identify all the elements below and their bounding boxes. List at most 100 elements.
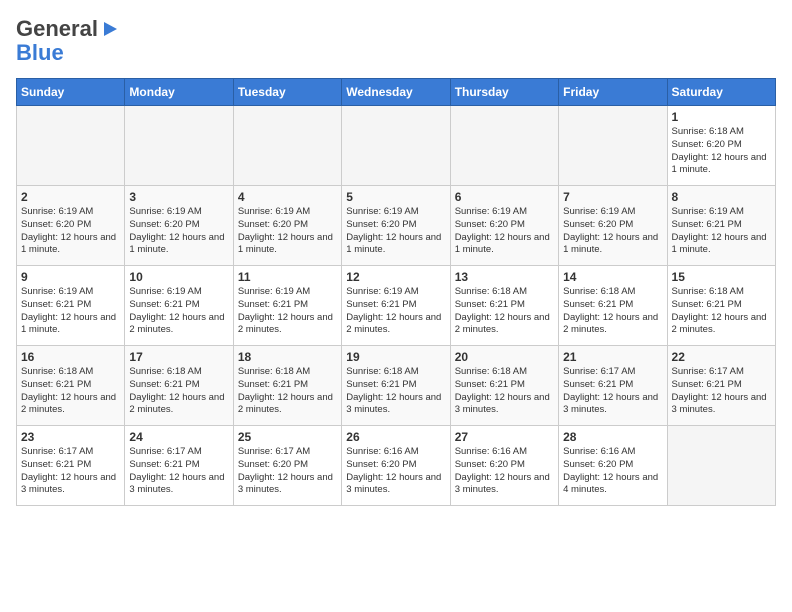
calendar-cell: [17, 106, 125, 186]
day-number: 13: [455, 270, 554, 284]
calendar-cell: 14 Sunrise: 6:18 AM Sunset: 6:21 PM Dayli…: [559, 266, 667, 346]
calendar-cell: 8 Sunrise: 6:19 AM Sunset: 6:21 PM Daylig…: [667, 186, 775, 266]
day-info: Sunrise: 6:18 AM Sunset: 6:21 PM Dayligh…: [672, 286, 771, 337]
day-number: 6: [455, 190, 554, 204]
day-number: 7: [563, 190, 662, 204]
day-info: Sunrise: 6:19 AM Sunset: 6:21 PM Dayligh…: [346, 286, 445, 337]
day-number: 21: [563, 350, 662, 364]
day-info: Sunrise: 6:19 AM Sunset: 6:21 PM Dayligh…: [21, 286, 120, 337]
calendar-cell: 21 Sunrise: 6:17 AM Sunset: 6:21 PM Dayli…: [559, 346, 667, 426]
calendar-cell: [342, 106, 450, 186]
calendar-cell: 26 Sunrise: 6:16 AM Sunset: 6:20 PM Dayli…: [342, 426, 450, 506]
day-info: Sunrise: 6:19 AM Sunset: 6:21 PM Dayligh…: [672, 206, 771, 257]
day-info: Sunrise: 6:16 AM Sunset: 6:20 PM Dayligh…: [563, 446, 662, 497]
calendar-cell: 2 Sunrise: 6:19 AM Sunset: 6:20 PM Daylig…: [17, 186, 125, 266]
day-info: Sunrise: 6:17 AM Sunset: 6:21 PM Dayligh…: [129, 446, 228, 497]
day-number: 16: [21, 350, 120, 364]
calendar-cell: 17 Sunrise: 6:18 AM Sunset: 6:21 PM Dayli…: [125, 346, 233, 426]
logo-arrow-icon: [104, 22, 117, 36]
day-info: Sunrise: 6:18 AM Sunset: 6:20 PM Dayligh…: [672, 126, 771, 177]
day-info: Sunrise: 6:18 AM Sunset: 6:21 PM Dayligh…: [455, 366, 554, 417]
day-number: 9: [21, 270, 120, 284]
day-info: Sunrise: 6:17 AM Sunset: 6:20 PM Dayligh…: [238, 446, 337, 497]
calendar-cell: 15 Sunrise: 6:18 AM Sunset: 6:21 PM Dayli…: [667, 266, 775, 346]
logo-general: General: [16, 16, 98, 42]
calendar-week-3: 9 Sunrise: 6:19 AM Sunset: 6:21 PM Daylig…: [17, 266, 776, 346]
day-number: 1: [672, 110, 771, 124]
calendar-week-5: 23 Sunrise: 6:17 AM Sunset: 6:21 PM Dayli…: [17, 426, 776, 506]
day-number: 19: [346, 350, 445, 364]
day-number: 4: [238, 190, 337, 204]
calendar-cell: [450, 106, 558, 186]
day-info: Sunrise: 6:18 AM Sunset: 6:21 PM Dayligh…: [563, 286, 662, 337]
calendar-header: General Blue: [16, 16, 776, 66]
day-number: 27: [455, 430, 554, 444]
calendar-cell: 27 Sunrise: 6:16 AM Sunset: 6:20 PM Dayli…: [450, 426, 558, 506]
day-info: Sunrise: 6:18 AM Sunset: 6:21 PM Dayligh…: [129, 366, 228, 417]
weekday-header-wednesday: Wednesday: [342, 79, 450, 106]
calendar-cell: 20 Sunrise: 6:18 AM Sunset: 6:21 PM Dayli…: [450, 346, 558, 426]
day-number: 15: [672, 270, 771, 284]
calendar-header-row: SundayMondayTuesdayWednesdayThursdayFrid…: [17, 79, 776, 106]
day-info: Sunrise: 6:18 AM Sunset: 6:21 PM Dayligh…: [238, 366, 337, 417]
day-info: Sunrise: 6:17 AM Sunset: 6:21 PM Dayligh…: [672, 366, 771, 417]
day-number: 28: [563, 430, 662, 444]
day-info: Sunrise: 6:17 AM Sunset: 6:21 PM Dayligh…: [21, 446, 120, 497]
day-info: Sunrise: 6:19 AM Sunset: 6:21 PM Dayligh…: [238, 286, 337, 337]
calendar-cell: [125, 106, 233, 186]
weekday-header-sunday: Sunday: [17, 79, 125, 106]
calendar-cell: [559, 106, 667, 186]
day-info: Sunrise: 6:19 AM Sunset: 6:21 PM Dayligh…: [129, 286, 228, 337]
calendar-cell: 5Sunrise: 6:19 AM Sunset: 6:20 PM Daylig…: [342, 186, 450, 266]
calendar-cell: 12 Sunrise: 6:19 AM Sunset: 6:21 PM Dayli…: [342, 266, 450, 346]
day-info: Sunrise: 6:19 AM Sunset: 6:20 PM Dayligh…: [238, 206, 337, 257]
day-info: Sunrise: 6:19 AM Sunset: 6:20 PM Dayligh…: [21, 206, 120, 257]
day-number: 20: [455, 350, 554, 364]
day-number: 14: [563, 270, 662, 284]
calendar-cell: 25 Sunrise: 6:17 AM Sunset: 6:20 PM Dayli…: [233, 426, 341, 506]
calendar-cell: 19 Sunrise: 6:18 AM Sunset: 6:21 PM Dayli…: [342, 346, 450, 426]
calendar-cell: 28 Sunrise: 6:16 AM Sunset: 6:20 PM Dayli…: [559, 426, 667, 506]
weekday-header-friday: Friday: [559, 79, 667, 106]
day-info: Sunrise: 6:18 AM Sunset: 6:21 PM Dayligh…: [455, 286, 554, 337]
day-info: Sunrise: 6:16 AM Sunset: 6:20 PM Dayligh…: [455, 446, 554, 497]
calendar-week-4: 16 Sunrise: 6:18 AM Sunset: 6:21 PM Dayli…: [17, 346, 776, 426]
day-number: 17: [129, 350, 228, 364]
day-number: 8: [672, 190, 771, 204]
logo-blue: Blue: [16, 40, 64, 65]
weekday-header-monday: Monday: [125, 79, 233, 106]
calendar-cell: [233, 106, 341, 186]
calendar-cell: 11Sunrise: 6:19 AM Sunset: 6:21 PM Dayli…: [233, 266, 341, 346]
day-info: Sunrise: 6:19 AM Sunset: 6:20 PM Dayligh…: [563, 206, 662, 257]
day-number: 24: [129, 430, 228, 444]
day-number: 10: [129, 270, 228, 284]
calendar-cell: 10 Sunrise: 6:19 AM Sunset: 6:21 PM Dayli…: [125, 266, 233, 346]
calendar-cell: 1 Sunrise: 6:18 AM Sunset: 6:20 PM Daylig…: [667, 106, 775, 186]
calendar-cell: 16Sunrise: 6:18 AM Sunset: 6:21 PM Dayli…: [17, 346, 125, 426]
day-info: Sunrise: 6:16 AM Sunset: 6:20 PM Dayligh…: [346, 446, 445, 497]
day-info: Sunrise: 6:19 AM Sunset: 6:20 PM Dayligh…: [129, 206, 228, 257]
day-info: Sunrise: 6:17 AM Sunset: 6:21 PM Dayligh…: [563, 366, 662, 417]
calendar-cell: [667, 426, 775, 506]
day-info: Sunrise: 6:18 AM Sunset: 6:21 PM Dayligh…: [346, 366, 445, 417]
calendar-cell: 7 Sunrise: 6:19 AM Sunset: 6:20 PM Daylig…: [559, 186, 667, 266]
calendar-cell: 22 Sunrise: 6:17 AM Sunset: 6:21 PM Dayli…: [667, 346, 775, 426]
calendar-week-1: 1 Sunrise: 6:18 AM Sunset: 6:20 PM Daylig…: [17, 106, 776, 186]
calendar-cell: 23 Sunrise: 6:17 AM Sunset: 6:21 PM Dayli…: [17, 426, 125, 506]
calendar-cell: 3 Sunrise: 6:19 AM Sunset: 6:20 PM Daylig…: [125, 186, 233, 266]
calendar-cell: 4 Sunrise: 6:19 AM Sunset: 6:20 PM Daylig…: [233, 186, 341, 266]
day-number: 25: [238, 430, 337, 444]
day-number: 23: [21, 430, 120, 444]
calendar-cell: 24 Sunrise: 6:17 AM Sunset: 6:21 PM Dayli…: [125, 426, 233, 506]
day-number: 26: [346, 430, 445, 444]
day-number: 12: [346, 270, 445, 284]
calendar-cell: 9 Sunrise: 6:19 AM Sunset: 6:21 PM Daylig…: [17, 266, 125, 346]
day-info: Sunrise: 6:19 AM Sunset: 6:20 PM Dayligh…: [455, 206, 554, 257]
day-number: 3: [129, 190, 228, 204]
calendar-week-2: 2 Sunrise: 6:19 AM Sunset: 6:20 PM Daylig…: [17, 186, 776, 266]
day-number: 2: [21, 190, 120, 204]
day-info: Sunrise: 6:19 AM Sunset: 6:20 PM Dayligh…: [346, 206, 445, 257]
day-number: 22: [672, 350, 771, 364]
calendar-cell: 18Sunrise: 6:18 AM Sunset: 6:21 PM Dayli…: [233, 346, 341, 426]
logo: General Blue: [16, 16, 117, 66]
